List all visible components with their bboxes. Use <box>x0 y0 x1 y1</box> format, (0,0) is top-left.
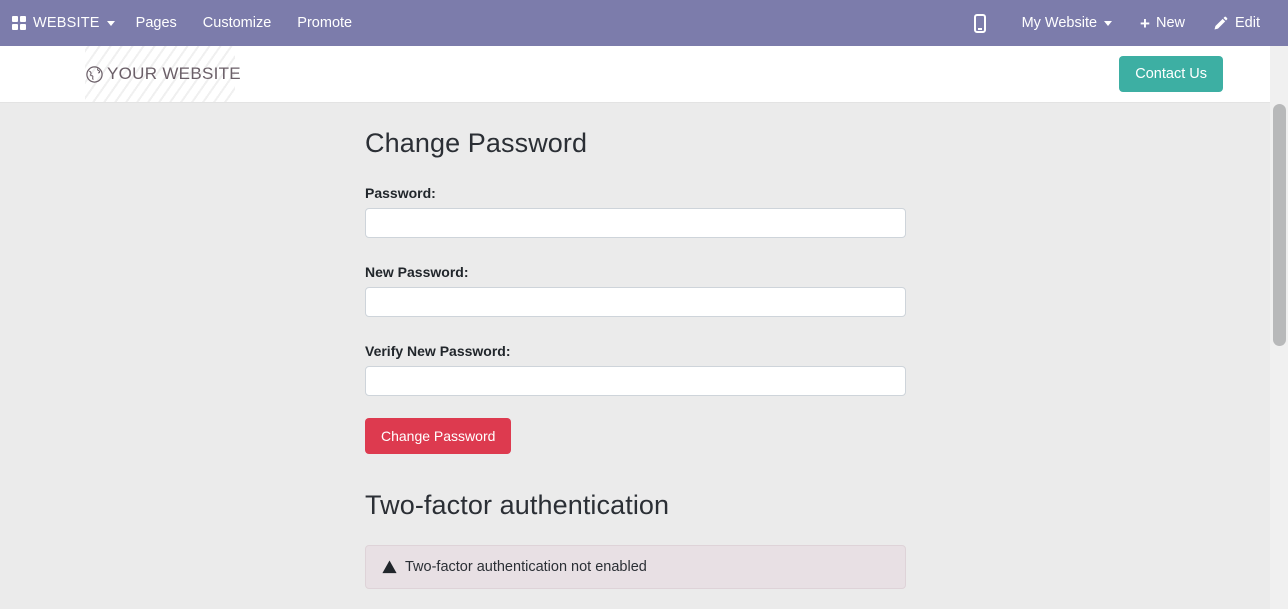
site-header: YOUR WEBSITE Contact Us <box>0 46 1270 103</box>
topbar-right-group: My Website + New Edit <box>966 9 1288 38</box>
change-password-submit-button[interactable]: Change Password <box>365 418 512 454</box>
password-input[interactable] <box>365 208 906 238</box>
new-password-label: New Password: <box>365 264 469 280</box>
website-brand-menu[interactable]: WEBSITE <box>8 9 123 37</box>
verify-new-password-input[interactable] <box>365 366 906 396</box>
edit-button-label: Edit <box>1235 15 1260 31</box>
brand-label: WEBSITE <box>33 15 100 31</box>
site-logo[interactable]: YOUR WEBSITE <box>85 46 241 102</box>
two-factor-status-text: Two-factor authentication not enabled <box>405 559 647 575</box>
chevron-down-icon <box>106 20 115 26</box>
two-factor-heading: Two-factor authentication <box>365 490 670 520</box>
vertical-scrollbar-thumb[interactable] <box>1273 104 1286 346</box>
nav-link-pages[interactable]: Pages <box>123 9 190 37</box>
new-password-input[interactable] <box>365 287 906 317</box>
verify-new-password-label: Verify New Password: <box>365 343 511 359</box>
nav-link-promote[interactable]: Promote <box>284 9 365 37</box>
two-factor-status-alert: Two-factor authentication not enabled <box>365 545 906 589</box>
site-selector-label: My Website <box>1021 15 1098 31</box>
contact-us-button[interactable]: Contact Us <box>1119 56 1223 92</box>
site-selector-menu[interactable]: My Website <box>1008 9 1126 37</box>
admin-topbar: WEBSITE Pages Customize Promote My Websi… <box>0 0 1288 46</box>
topbar-left-group: WEBSITE Pages Customize Promote <box>0 9 365 37</box>
new-button-label: New <box>1155 15 1185 31</box>
grid-icon <box>12 16 26 30</box>
edit-button[interactable]: Edit <box>1199 9 1274 37</box>
plus-icon: + <box>1140 13 1150 33</box>
mobile-phone-icon[interactable] <box>973 13 986 33</box>
password-label: Password: <box>365 185 436 201</box>
settings-content: Change Password Password: New Password: … <box>365 104 910 609</box>
chevron-down-icon <box>1104 20 1113 26</box>
pencil-icon <box>1213 16 1228 31</box>
page-body: Change Password Password: New Password: … <box>0 104 1270 609</box>
globe-icon <box>85 65 104 84</box>
site-logo-text: YOUR WEBSITE <box>107 64 241 83</box>
warning-triangle-icon <box>382 560 397 574</box>
nav-link-customize[interactable]: Customize <box>190 9 285 37</box>
new-button[interactable]: + New <box>1126 9 1199 38</box>
change-password-heading: Change Password <box>365 128 588 158</box>
